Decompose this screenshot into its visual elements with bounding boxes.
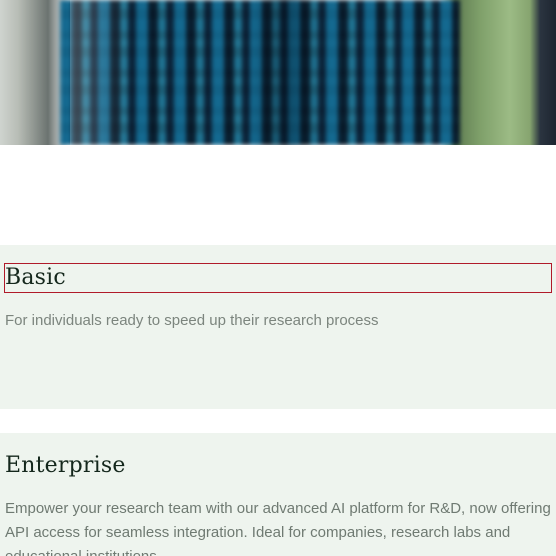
hero-photo <box>0 0 556 145</box>
plan-card-enterprise[interactable]: Enterprise Empower your research team wi… <box>0 433 556 556</box>
plan-title-enterprise[interactable]: Enterprise <box>5 452 126 480</box>
plan-description-basic: For individuals ready to speed up their … <box>5 312 379 329</box>
plan-card-basic[interactable]: Basic For individuals ready to speed up … <box>0 245 556 409</box>
photo-highlight <box>70 0 130 145</box>
plan-title-basic[interactable]: Basic <box>4 263 552 293</box>
pricing-page: Basic For individuals ready to speed up … <box>0 0 556 556</box>
plan-description-enterprise: Empower your research team with our adva… <box>5 500 551 556</box>
photo-shadow <box>250 0 320 145</box>
